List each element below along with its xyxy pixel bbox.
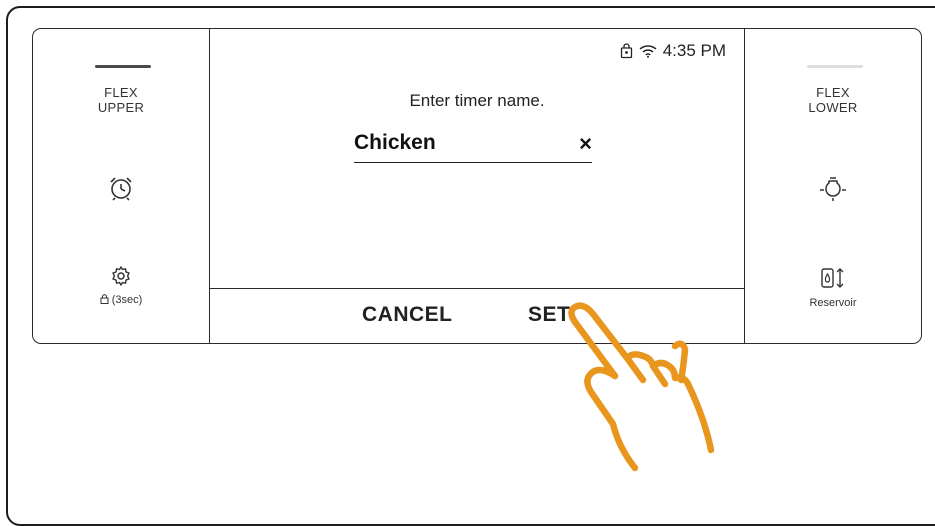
status-bar: 4:35 PM xyxy=(620,41,726,61)
flex-upper-label-line2: UPPER xyxy=(97,100,145,115)
display-screen: 4:35 PM Enter timer name. Chicken × CANC… xyxy=(209,29,745,343)
timer-name-prompt: Enter timer name. xyxy=(409,91,545,110)
control-panel: FLEX UPPER (3sec) 4:35 PM Enter timer na… xyxy=(32,28,922,344)
flex-upper-indicator xyxy=(95,65,151,68)
settings-gear-icon[interactable] xyxy=(33,265,209,291)
flex-lower-indicator xyxy=(807,65,863,68)
timer-name-input[interactable]: Chicken × xyxy=(354,129,592,163)
lock-hold-label: (3sec) xyxy=(111,294,143,306)
alarm-clock-icon[interactable] xyxy=(33,173,209,207)
flex-lower-label-line1: FLEX xyxy=(816,85,850,100)
reservoir-label: Reservoir xyxy=(809,297,857,309)
flex-upper-label-line1: FLEX xyxy=(104,85,138,100)
control-lock-button[interactable]: (3sec) xyxy=(33,294,209,306)
right-controls: FLEX LOWER Reservoir xyxy=(745,29,921,343)
flex-upper-button[interactable]: FLEX UPPER xyxy=(33,85,209,115)
flex-lower-label-line2: LOWER xyxy=(808,100,858,115)
timer-name-value: Chicken xyxy=(354,131,436,154)
clock-time: 4:35 PM xyxy=(662,41,726,60)
left-controls: FLEX UPPER (3sec) xyxy=(33,29,209,343)
reservoir-icon[interactable] xyxy=(745,266,921,294)
cancel-button[interactable]: CANCEL xyxy=(362,303,453,327)
light-bulb-icon[interactable] xyxy=(745,173,921,207)
flex-lower-button[interactable]: FLEX LOWER xyxy=(745,85,921,115)
lock-icon xyxy=(620,43,632,59)
pointing-hand-icon xyxy=(568,302,715,472)
wifi-icon xyxy=(639,45,657,58)
clear-text-button[interactable]: × xyxy=(579,131,592,157)
lock-icon xyxy=(100,294,109,304)
